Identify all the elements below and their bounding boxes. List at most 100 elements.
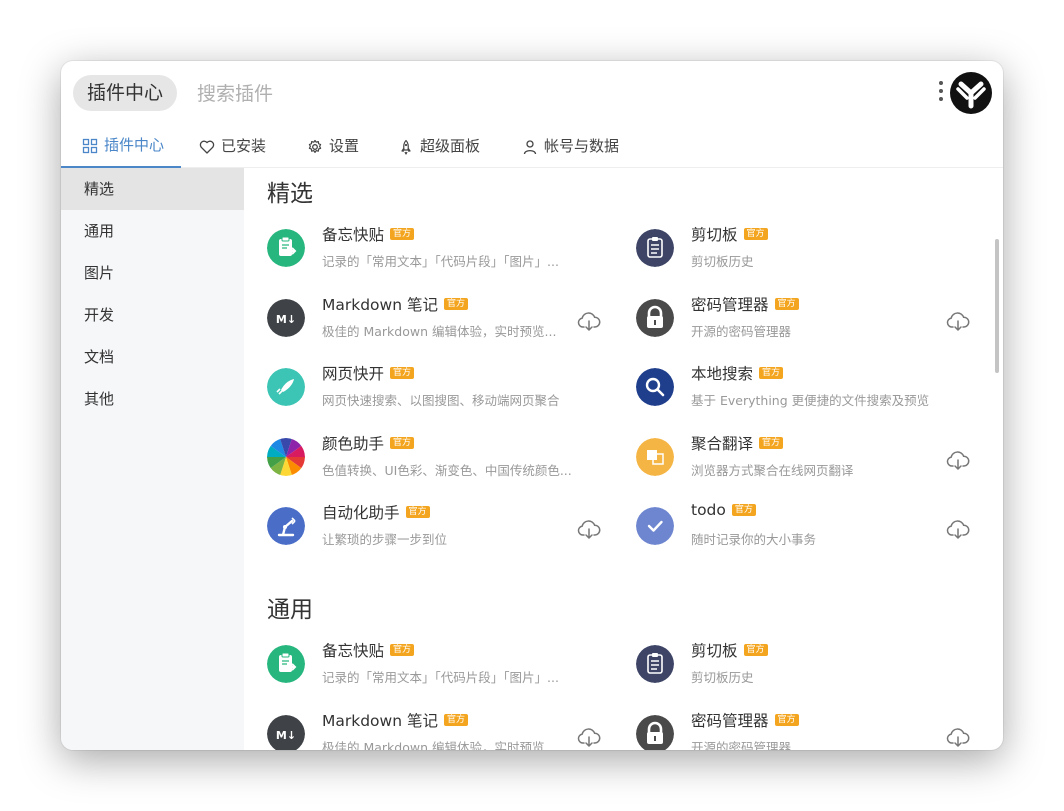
official-badge: 官方 [390, 367, 415, 379]
tab-settings[interactable]: 设置 [307, 125, 359, 168]
plugin-name: 备忘快贴 [322, 226, 385, 244]
plugin-description: 剪切板历史 [691, 670, 754, 685]
plugin-name: 密码管理器 [691, 711, 769, 730]
plugin-description: 网页快速搜索、以图搜图、移动端网页聚合 [322, 393, 560, 408]
header: 插件中心 [61, 61, 1003, 125]
grid-icon [82, 138, 98, 153]
heart-icon [199, 140, 215, 154]
plugin-description: 基于 Everything 更便捷的文件搜索及预览 [691, 393, 930, 408]
plugin-name: 密码管理器 [691, 295, 769, 314]
svg-text:M↓: M↓ [276, 729, 296, 742]
plugin-description: 随时记录你的大小事务 [691, 532, 817, 547]
plugin-description: 色值转换、UI色彩、渐变色、中国传统颜色... [322, 462, 572, 478]
plugin-name: 网页快开 [322, 365, 385, 383]
plugin-card[interactable]: 剪切板 官方 剪切板历史 [636, 219, 976, 281]
plugin-card[interactable]: 密码管理器 官方 开源的密码管理器 [636, 289, 976, 351]
plugin-card[interactable]: 自动化助手 官方 让繁琐的步骤一步到位 [267, 497, 607, 559]
download-icon[interactable] [577, 311, 601, 333]
plugin-name: todo [691, 501, 726, 519]
section-title: 精选 [267, 181, 313, 207]
category-sidebar: 精选 通用 图片 开发 文档 其他 [61, 168, 244, 750]
tab-plugin-center[interactable]: 插件中心 [61, 125, 181, 168]
plugin-description: 开源的密码管理器 [691, 739, 792, 751]
scrollbar[interactable] [995, 239, 999, 373]
translate-icon [636, 437, 674, 476]
tab-bar: 插件中心 已安装 设置 超级面板 帐号与数据 [61, 125, 1003, 168]
official-badge: 官方 [774, 297, 799, 310]
plugin-name: 聚合翻译 [691, 434, 754, 453]
tab-label: 插件中心 [104, 136, 165, 154]
clipboard-list-icon [636, 229, 674, 267]
magnifier-icon [636, 368, 674, 406]
plugin-name: Markdown 笔记 [322, 711, 438, 730]
clipboard-memo-icon [267, 229, 305, 267]
official-badge: 官方 [443, 297, 468, 310]
plugin-name: 备忘快贴 [322, 642, 385, 660]
download-icon[interactable] [946, 450, 970, 472]
plugin-description: 浏览器方式聚合在线网页翻译 [691, 462, 854, 478]
tab-label: 设置 [329, 137, 360, 155]
plugin-description: 剪切板历史 [691, 254, 754, 269]
plugin-description: 极佳的 Markdown 编辑体验，实时预览... [322, 323, 557, 339]
gear-icon [308, 139, 322, 153]
app-logo-icon[interactable] [950, 72, 992, 114]
plugin-list: 精选 备忘快贴 官方 记录的「常用文本」「代码片段」「图片」... 剪切板 官方… [244, 168, 1003, 750]
search-input[interactable] [195, 75, 879, 113]
plugin-card[interactable]: 颜色助手 官方 色值转换、UI色彩、渐变色、中国传统颜色... [267, 428, 607, 490]
plugin-card[interactable]: 本地搜索 官方 基于 Everything 更便捷的文件搜索及预览 [636, 358, 976, 420]
rocket-icon [267, 368, 305, 406]
robot-arm-icon [267, 507, 305, 545]
color-wheel-icon [267, 437, 305, 476]
official-badge: 官方 [743, 228, 768, 240]
download-icon[interactable] [946, 727, 970, 749]
more-menu-icon[interactable] [937, 81, 945, 105]
tab-account-data[interactable]: 帐号与数据 [522, 125, 619, 168]
sidebar-item-featured[interactable]: 精选 [61, 168, 244, 210]
plugin-description: 记录的「常用文本」「代码片段」「图片」... [322, 670, 559, 685]
plugin-description: 让繁琐的步骤一步到位 [322, 532, 448, 547]
lock-icon [636, 714, 674, 750]
svg-text:M↓: M↓ [276, 313, 296, 326]
official-badge: 官方 [390, 436, 415, 449]
download-icon[interactable] [946, 311, 970, 333]
official-badge: 官方 [443, 713, 468, 726]
plugin-card[interactable]: 网页快开 官方 网页快速搜索、以图搜图、移动端网页聚合 [267, 358, 607, 420]
app-window: 插件中心 插件中心 已安装 设置 超级面板 [61, 61, 1003, 750]
sidebar-item-documents[interactable]: 文档 [61, 336, 244, 378]
plugin-description: 极佳的 Markdown 编辑体验，实时预览... [322, 739, 557, 751]
plugin-card[interactable]: 聚合翻译 官方 浏览器方式聚合在线网页翻译 [636, 428, 976, 490]
rocket-icon [401, 139, 411, 155]
check-icon [636, 507, 674, 545]
plugin-description: 开源的密码管理器 [691, 323, 792, 339]
plugin-name: 颜色助手 [322, 434, 385, 453]
markdown-icon: M↓ [267, 298, 305, 337]
sidebar-item-images[interactable]: 图片 [61, 252, 244, 294]
official-badge: 官方 [731, 504, 756, 516]
plugin-center-pill[interactable]: 插件中心 [73, 75, 178, 111]
plugin-name: 自动化助手 [322, 504, 400, 522]
tab-super-panel[interactable]: 超级面板 [398, 125, 480, 168]
plugin-card[interactable]: 备忘快贴 官方 记录的「常用文本」「代码片段」「图片」... [267, 219, 607, 281]
tab-label: 已安装 [221, 137, 267, 155]
plugin-card[interactable]: 密码管理器 官方 开源的密码管理器 [636, 705, 976, 751]
plugin-card[interactable]: M↓ Markdown 笔记 官方 极佳的 Markdown 编辑体验，实时预览… [267, 289, 607, 351]
plugin-card[interactable]: 剪切板 官方 剪切板历史 [636, 635, 976, 697]
official-badge: 官方 [759, 436, 784, 449]
plugin-card[interactable]: todo 官方 随时记录你的大小事务 [636, 497, 976, 559]
plugin-card[interactable]: 备忘快贴 官方 记录的「常用文本」「代码片段」「图片」... [267, 635, 607, 697]
download-icon[interactable] [577, 519, 601, 541]
clipboard-list-icon [636, 645, 674, 683]
sidebar-item-development[interactable]: 开发 [61, 294, 244, 336]
official-badge: 官方 [405, 506, 430, 518]
official-badge: 官方 [759, 367, 784, 379]
plugin-card[interactable]: M↓ Markdown 笔记 官方 极佳的 Markdown 编辑体验，实时预览… [267, 705, 607, 751]
plugin-name: 本地搜索 [691, 365, 754, 383]
download-icon[interactable] [577, 727, 601, 749]
tab-label: 超级面板 [420, 137, 481, 155]
download-icon[interactable] [946, 519, 970, 541]
user-icon [523, 139, 537, 154]
plugin-name: 剪切板 [691, 226, 738, 244]
sidebar-item-other[interactable]: 其他 [61, 378, 244, 420]
tab-installed[interactable]: 已安装 [199, 125, 266, 168]
sidebar-item-general[interactable]: 通用 [61, 210, 244, 252]
